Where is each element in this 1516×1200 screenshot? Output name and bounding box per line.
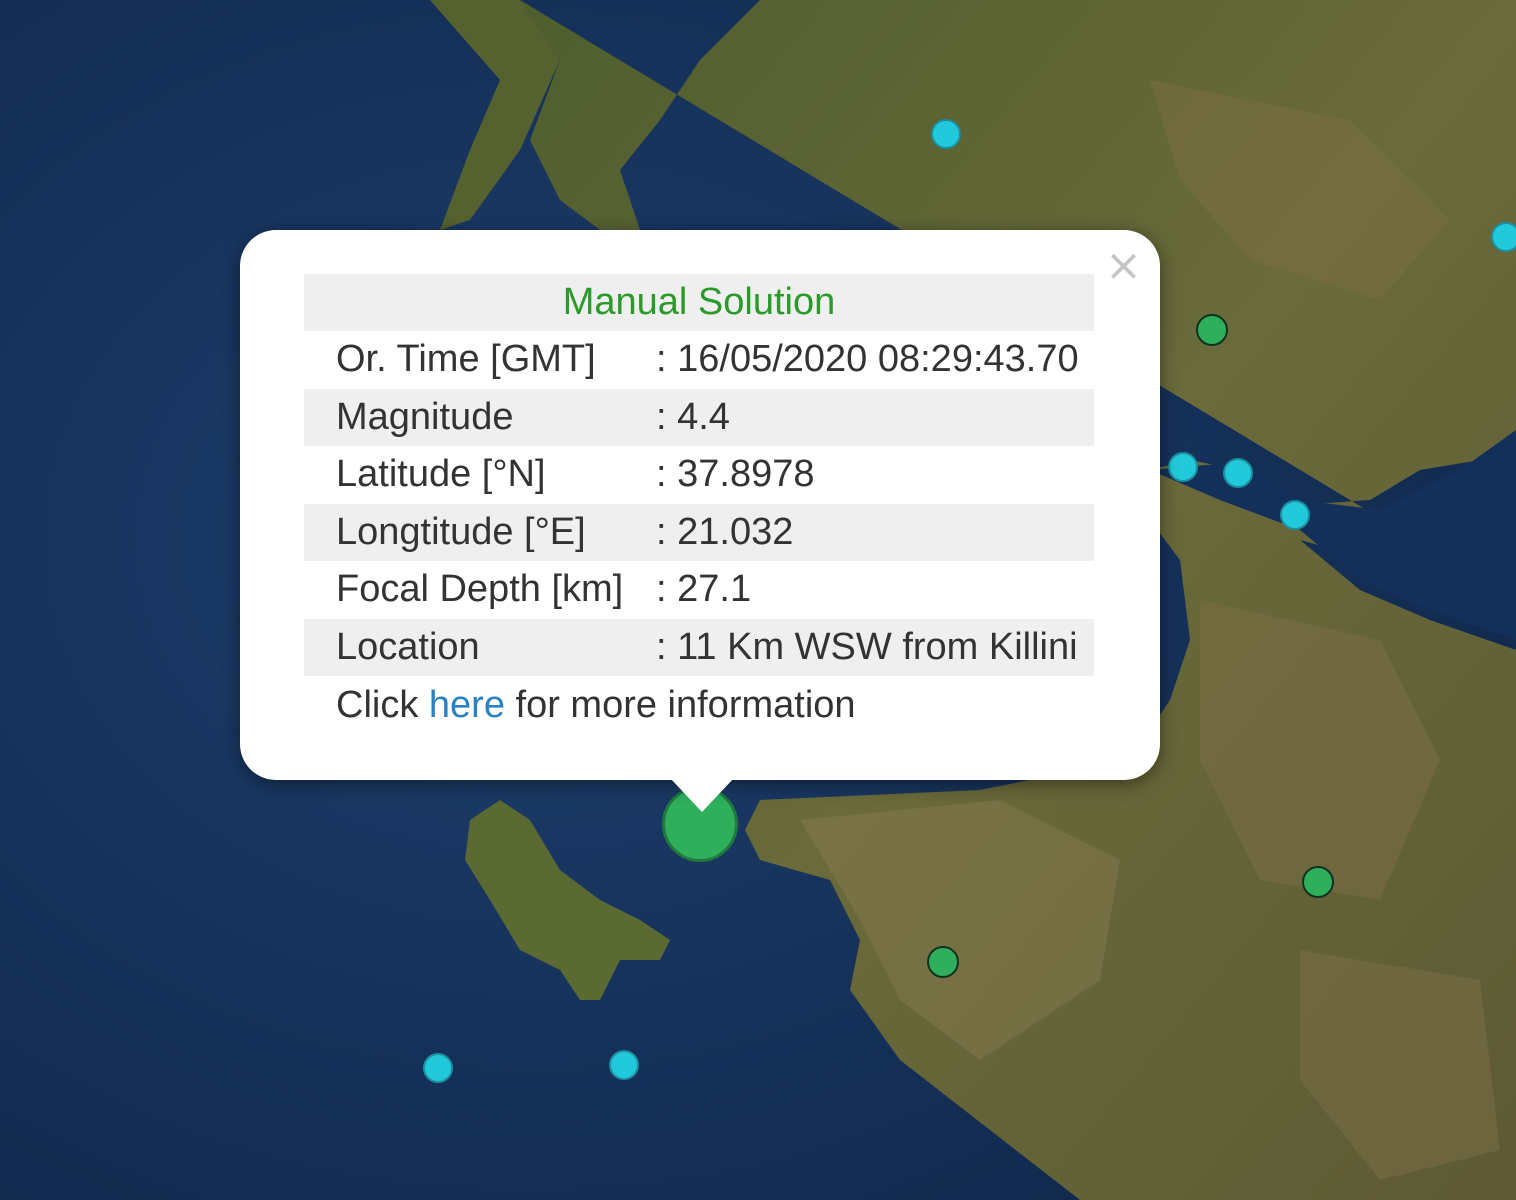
info-row-magnitude: Magnitude : 4.4 <box>304 388 1094 446</box>
info-label: Or. Time [GMT] <box>336 338 596 381</box>
info-label: Location <box>336 625 480 668</box>
more-info-link[interactable]: here <box>429 684 505 727</box>
info-label: Latitude [°N] <box>336 453 546 496</box>
close-icon[interactable]: × <box>1105 244 1142 288</box>
popup-pointer <box>670 778 734 812</box>
footer-suffix: for more information <box>504 683 856 726</box>
earthquake-marker-minor[interactable] <box>423 1053 453 1083</box>
info-value: : 16/05/2020 08:29:43.70 <box>656 338 1079 381</box>
info-value: : 4.4 <box>656 395 730 438</box>
info-value: : 21.032 <box>656 510 794 553</box>
popup-title: Manual Solution <box>304 274 1094 331</box>
info-row-location: Location : 11 Km WSW from Killini <box>304 618 1094 676</box>
info-value: : 11 Km WSW from Killini <box>656 625 1078 668</box>
earthquake-marker-minor[interactable] <box>1223 458 1253 488</box>
info-label: Focal Depth [km] <box>336 568 624 611</box>
earthquake-info-popup: × Manual Solution Or. Time [GMT] : 16/05… <box>240 230 1160 780</box>
earthquake-marker-minor[interactable] <box>1280 500 1310 530</box>
info-table: Manual Solution Or. Time [GMT] : 16/05/2… <box>304 274 1094 734</box>
info-label: Magnitude <box>336 395 514 438</box>
info-row-latitude: Latitude [°N] : 37.8978 <box>304 446 1094 504</box>
earthquake-marker-minor[interactable] <box>609 1050 639 1080</box>
earthquake-marker-moderate[interactable] <box>1302 866 1334 898</box>
info-value: : 37.8978 <box>656 453 815 496</box>
earthquake-marker-minor[interactable] <box>931 119 961 149</box>
info-row-origin-time: Or. Time [GMT] : 16/05/2020 08:29:43.70 <box>304 331 1094 389</box>
earthquake-marker-minor[interactable] <box>1491 222 1516 252</box>
earthquake-marker-moderate[interactable] <box>927 946 959 978</box>
info-label: Longtitude [°E] <box>336 510 586 553</box>
info-row-longitude: Longtitude [°E] : 21.032 <box>304 503 1094 561</box>
footer-prefix: Click <box>336 683 429 726</box>
more-info-footer: Click here for more information <box>304 676 1094 734</box>
earthquake-marker-moderate[interactable] <box>1196 314 1228 346</box>
earthquake-marker-minor[interactable] <box>1168 452 1198 482</box>
info-value: : 27.1 <box>656 568 752 611</box>
info-row-focal-depth: Focal Depth [km] : 27.1 <box>304 561 1094 619</box>
